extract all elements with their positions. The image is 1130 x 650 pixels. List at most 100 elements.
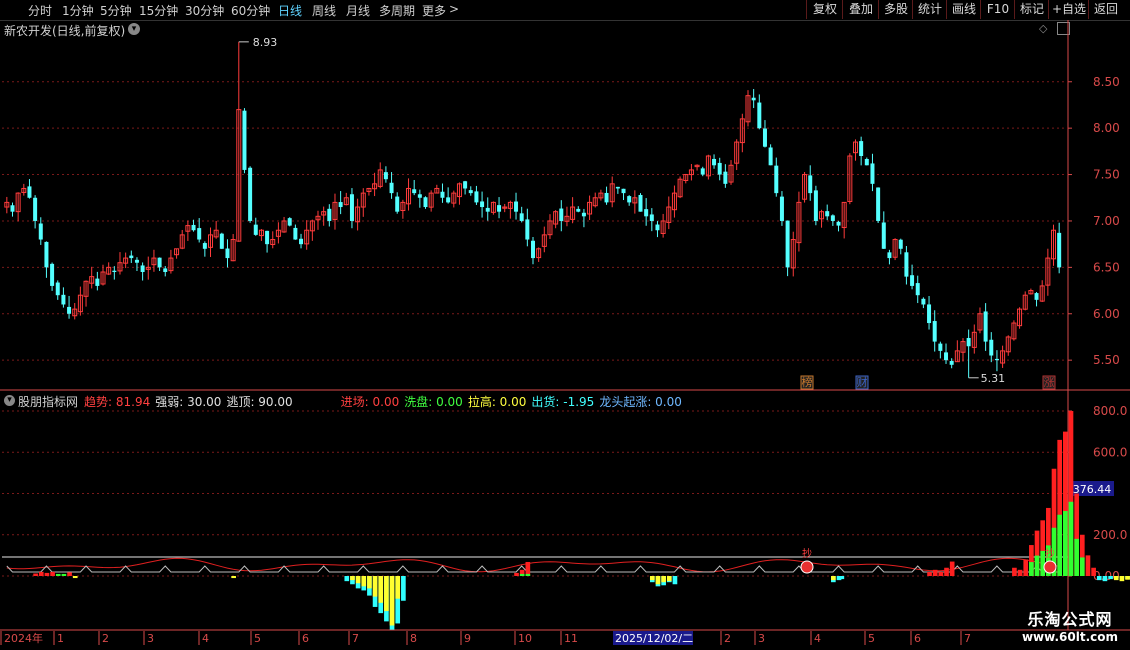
candle-body-down: [559, 208, 564, 221]
candle-body-down: [989, 339, 994, 356]
candle-body-down: [949, 360, 954, 365]
candle-body-down: [717, 162, 722, 175]
candle-body-down: [1057, 232, 1062, 268]
indicator-bar-cyan: [344, 576, 350, 582]
candle-body-down: [751, 97, 756, 101]
kline-chart[interactable]: 8.50 8.00 7.50 7.00 6.50 6.00 5.50 8.93 5.31 榜 财 涨 8…: [0, 0, 1130, 650]
candle-body-down: [480, 201, 485, 208]
indicator-bar-yellow: [1113, 576, 1119, 581]
indicator-bar-cyan: [1108, 576, 1113, 580]
candle-body-down: [785, 220, 790, 268]
price-tick-label: 6.50: [1093, 260, 1120, 274]
indicator-bar-cyan: [839, 576, 845, 580]
candle-body-down: [95, 278, 100, 286]
date-label: 5: [868, 632, 875, 645]
indicator-bar-yellow: [831, 576, 836, 581]
date-label: 11: [564, 632, 578, 645]
cursor-date: 2025/12/02/二: [615, 632, 693, 645]
candle-body-down: [576, 208, 581, 212]
candle-body-down: [615, 186, 620, 189]
candle-body-down: [779, 196, 784, 221]
date-label: 2024年: [4, 631, 43, 645]
indicator-bar-cyan: [1102, 576, 1108, 582]
candle-body-down: [349, 194, 354, 221]
candle-body-down: [927, 304, 932, 324]
indicator-bar-cyan: [1096, 576, 1102, 581]
candle-body-down: [712, 158, 717, 166]
candle-body-down: [944, 352, 949, 361]
candle-body-down: [395, 196, 400, 212]
candle-body-down: [248, 167, 253, 221]
indicator-bar-yellow: [367, 576, 372, 589]
date-label: 4: [814, 632, 821, 645]
candle-body-down: [134, 259, 139, 263]
candle-body-down: [836, 221, 841, 226]
price-tick-label: 7.50: [1093, 168, 1120, 182]
indicator-bar-green: [1074, 538, 1079, 576]
candle-body-down: [881, 222, 886, 249]
candle-body-down: [966, 338, 971, 347]
candle-body-down: [265, 230, 270, 245]
buy-signal-label: 抄: [802, 547, 812, 560]
candle-body-down: [463, 181, 468, 189]
candle-body-down: [938, 343, 943, 351]
candle-body-down: [383, 172, 388, 180]
candle-body-down: [293, 227, 298, 240]
indicator-bar-red: [50, 571, 55, 576]
indicator-bar-red: [1012, 567, 1017, 576]
indicator-bar-red: [938, 571, 944, 576]
candle-body-down: [581, 212, 586, 217]
indicator-bar-yellow: [655, 576, 661, 585]
candle-body-down: [202, 243, 207, 249]
site-watermark: 乐淘公式网 www.60lt.com: [1022, 606, 1118, 644]
candle-body-down: [915, 283, 920, 296]
candle-body-down: [638, 194, 643, 212]
event-tag: 财: [857, 375, 868, 389]
candle-body-down: [50, 263, 55, 286]
candle-body-down: [904, 252, 909, 277]
indicator-bar-yellow: [389, 576, 395, 626]
candle-body-down: [768, 147, 773, 166]
candle-body-down: [910, 275, 915, 286]
indicator-bar-green: [1057, 514, 1062, 576]
candle-body-down: [723, 171, 728, 184]
candle-body-down: [655, 224, 660, 231]
candle-body-down: [474, 191, 479, 203]
indicator-bar-red: [525, 561, 531, 576]
candle-body-down: [61, 294, 66, 305]
candle-body-down: [225, 248, 230, 259]
indicator-bar-red: [1091, 567, 1096, 576]
candle-body-down: [519, 213, 524, 221]
date-label: 10: [518, 632, 532, 645]
indicator-tick-label: 600.0: [1093, 445, 1127, 459]
indicator-bar-cyan: [401, 576, 406, 601]
candle-body-down: [412, 189, 417, 194]
candle-body-down: [774, 165, 779, 194]
candle-body-down: [525, 219, 530, 240]
candle-body-down: [112, 270, 117, 272]
indicator-bar-red: [33, 573, 38, 576]
price-tick-label: 8.50: [1093, 75, 1120, 89]
candle-body-down: [1034, 293, 1039, 300]
indicator-tick-label: 200.0: [1093, 528, 1127, 542]
candle-body-down: [830, 215, 835, 221]
indicator-bar-green: [61, 573, 67, 576]
buy-signal-ball: [1043, 560, 1057, 574]
date-label: 3: [758, 632, 765, 645]
candle-body-down: [44, 241, 49, 268]
candle-body-down: [140, 265, 145, 272]
candle-body-down: [887, 252, 892, 259]
indicator-tick-label: 800.0: [1093, 404, 1127, 418]
indicator-bar-yellow: [72, 576, 78, 579]
candle-body-down: [932, 321, 937, 342]
candle-body-down: [762, 128, 767, 147]
high-marker: 8.93: [253, 36, 278, 49]
candle-body-down: [983, 311, 988, 342]
indicator-bar-green: [519, 573, 525, 576]
indicator-bar-yellow: [355, 576, 361, 584]
date-label: 5: [254, 632, 261, 645]
candle-body-down: [994, 358, 999, 361]
candle-body-down: [55, 282, 60, 296]
indicator-bar-red: [67, 572, 72, 576]
candle-body-down: [163, 268, 168, 272]
